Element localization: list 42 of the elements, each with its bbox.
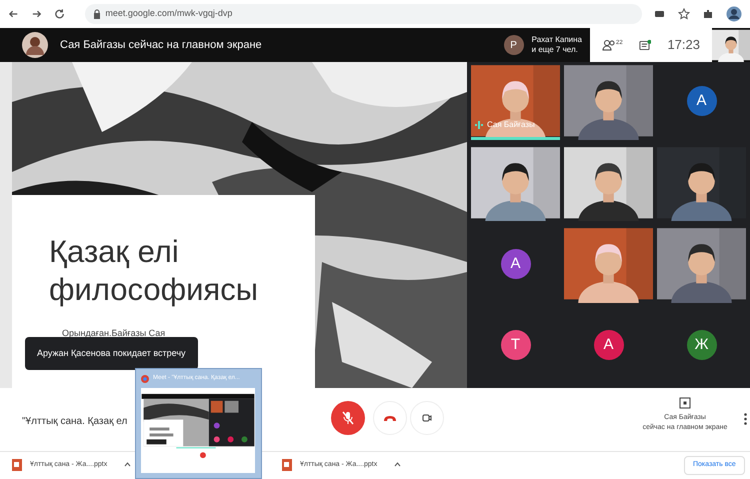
notification-toast: Аружан Қасенова покидает встречу [25,337,198,370]
mic-off-icon [342,411,354,425]
profile-icon[interactable] [726,6,742,22]
phone-icon [383,414,397,422]
hang-up-button[interactable] [373,401,407,435]
presenter-notice: Сая Байгазы сейчас на главном экране [60,38,262,53]
chevron-up-icon[interactable] [394,462,401,467]
mic-button[interactable] [331,401,365,435]
participant-avatar: P [504,35,524,55]
people-icon [602,39,616,51]
chat-icon[interactable] [638,38,652,52]
puzzle-icon[interactable] [702,8,714,20]
participant-avatar: A [686,86,716,116]
participant-name: Рахат Капина [532,35,582,45]
participant-label: Сая Байғазы [487,118,535,130]
file-icon [282,459,292,471]
participant-avatar: A [594,330,624,360]
clock-time: 17:23 [667,36,700,54]
reload-icon[interactable] [54,8,66,20]
file-icon [12,459,22,471]
participant-avatar: A [500,248,530,279]
browser-icon [141,374,149,382]
user-avatar-icon [22,32,48,58]
camera-icon [422,413,432,423]
meeting-title: "Ұлттық сана. Қазақ ел [22,415,128,429]
address-bar[interactable]: meet.google.com/mwk-vgqj-dvp [85,4,642,24]
slide-title: Қазақ елі философиясы [49,233,259,309]
lock-icon [93,9,102,19]
more-options-icon[interactable] [744,413,747,425]
extension-icon[interactable] [654,8,666,20]
participant-count-text: и еще 7 чел. [532,45,579,55]
chevron-up-icon[interactable] [124,462,131,467]
forward-icon[interactable] [31,8,42,20]
slide-author: Орындаған.Байғазы Сая [62,327,166,340]
audio-level-icon [475,120,483,128]
url-text: meet.google.com/mwk-vgqj-dvp [105,7,232,20]
present-screen-icon [679,397,691,409]
camera-button[interactable] [410,401,444,435]
participant-avatar: T [500,330,530,360]
participant-avatar: Ж [686,330,716,360]
back-icon[interactable] [8,8,20,20]
star-icon[interactable] [678,8,690,20]
